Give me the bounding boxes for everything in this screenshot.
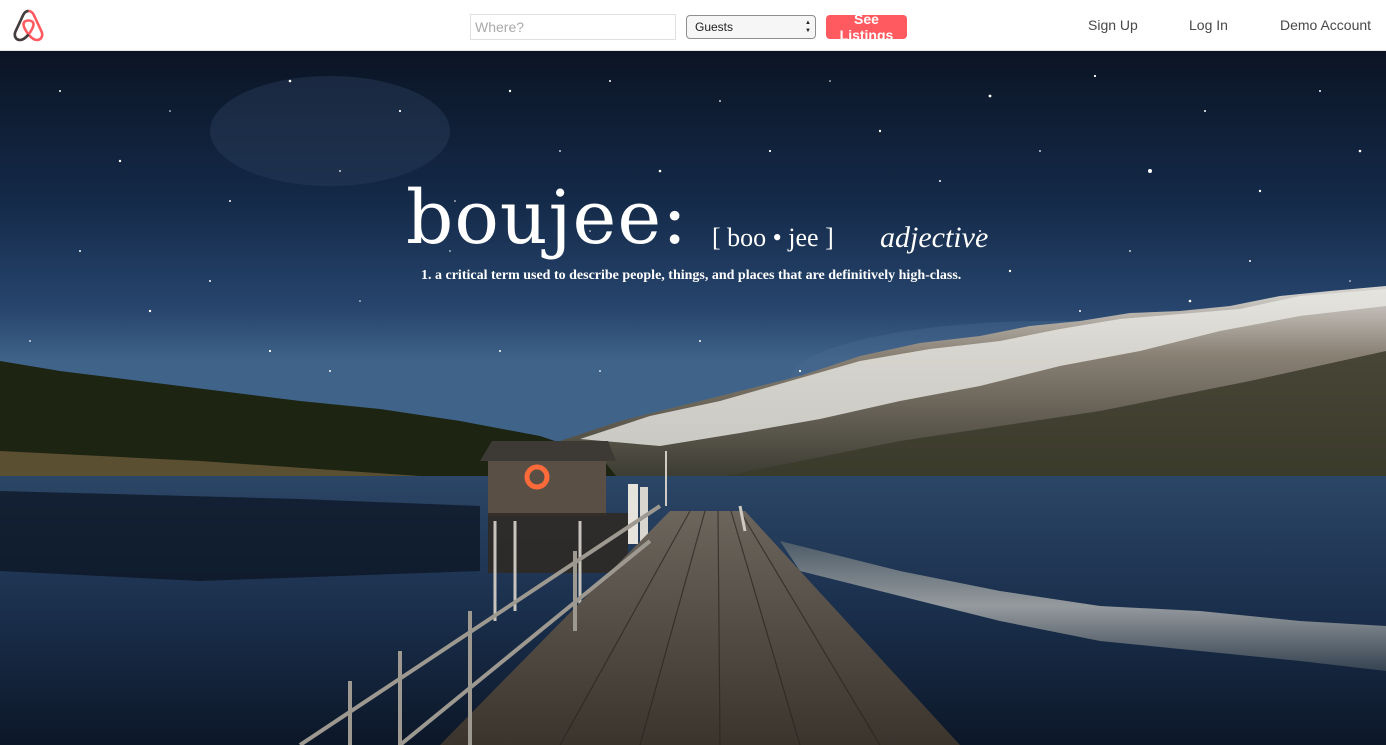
log-in-link[interactable]: Log In [1189,17,1228,33]
top-navbar: Guests ▲▼ See Listings Sign Up Log In De… [0,0,1386,51]
hero-definition: 1. a critical term used to describe peop… [421,268,962,283]
hero-word: boujee: [406,175,689,261]
hero-section: boujee: [ boo • jee ] adjective 1. a cri… [0,51,1386,745]
sign-up-link[interactable]: Sign Up [1088,17,1138,33]
hero-pronunciation: [ boo • jee ] [712,223,834,252]
where-search-input[interactable] [470,14,676,40]
select-arrows-icon: ▲ ▼ [805,20,811,34]
airbnb-logo-icon[interactable] [10,7,47,44]
hero-background-image [0,51,1386,745]
guests-select-value: Guests [695,20,734,34]
see-listings-button[interactable]: See Listings [826,11,907,43]
demo-account-link[interactable]: Demo Account [1280,17,1371,33]
hero-part-of-speech: adjective [880,221,989,254]
guests-select[interactable]: Guests ▲ ▼ [686,15,816,39]
